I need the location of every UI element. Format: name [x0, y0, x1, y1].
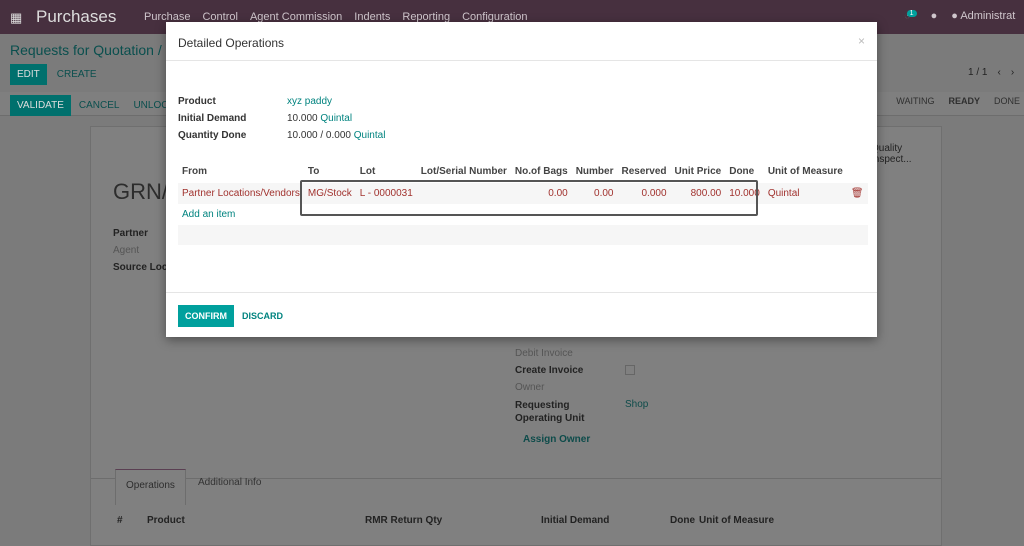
cell-serial[interactable]	[416, 183, 511, 204]
activity-icon[interactable]: ◔1	[904, 10, 917, 22]
col-done: Done	[670, 515, 695, 526]
col-index: #	[117, 515, 123, 526]
discard-button[interactable]: DISCARD	[242, 311, 283, 321]
detailed-operations-dialog: Detailed Operations × Product xyz paddy …	[166, 22, 877, 337]
trash-icon[interactable]: 🗑	[846, 183, 868, 204]
pager: 1 / 1	[968, 67, 988, 78]
col-product: Product	[147, 515, 185, 526]
initial-demand-value: 10.000	[287, 113, 318, 124]
state-waiting[interactable]: WAITING	[896, 96, 934, 106]
col-to: To	[307, 166, 320, 177]
cancel-button[interactable]: CANCEL	[73, 95, 126, 116]
dialog-footer: CONFIRM DISCARD	[166, 292, 877, 337]
table-header-row: From To Lot Lot/Serial Number No.of Bags…	[178, 160, 868, 183]
col-number: Number	[575, 166, 614, 177]
user-name: Administrat	[960, 10, 1016, 22]
col-reserved: Reserved	[621, 166, 667, 177]
product-label: Product	[178, 96, 216, 107]
quantity-done-label: Quantity Done	[178, 130, 247, 141]
confirm-button[interactable]: CONFIRM	[178, 305, 234, 327]
add-item-link[interactable]: Add an item	[178, 204, 868, 225]
cell-done[interactable]: 10.000	[725, 183, 764, 204]
create-button[interactable]: CREATE	[51, 64, 103, 85]
agent-label: Agent	[113, 245, 140, 256]
cell-to[interactable]: MG/Stock	[303, 183, 356, 204]
quantity-done-uom[interactable]: Quintal	[354, 130, 386, 141]
product-value[interactable]: xyz paddy	[287, 96, 332, 107]
cell-reserved[interactable]: 0.000	[617, 183, 671, 204]
quantity-done-value: 10.000 / 0.000	[287, 130, 351, 141]
requesting-unit-value[interactable]: Shop	[625, 399, 648, 410]
avatar: ●	[951, 10, 961, 22]
cell-from[interactable]: Partner Locations/Vendors	[178, 183, 304, 204]
systray: ◔1 ● ● Administrat	[904, 10, 1015, 22]
tab-additional-info[interactable]: Additional Info	[188, 477, 271, 488]
operations-table: From To Lot Lot/Serial Number No.of Bags…	[178, 160, 868, 245]
user-menu[interactable]: ● Administrat	[951, 10, 1015, 22]
col-from: From	[182, 166, 207, 177]
cell-uom[interactable]: Quintal	[763, 183, 847, 204]
table-row[interactable]: Partner Locations/Vendors MG/Stock L - 0…	[178, 183, 868, 204]
col-bags: No.of Bags	[514, 166, 568, 177]
chat-icon[interactable]: ●	[931, 10, 938, 22]
edit-button[interactable]: EDIT	[10, 64, 47, 85]
col-initial-demand: Initial Demand	[541, 515, 610, 526]
create-invoice-checkbox[interactable]	[625, 365, 635, 375]
quality-inspection-button[interactable]: Quality Inspect...	[871, 143, 941, 165]
col-rmr-return-qty: RMR Return Qty	[365, 515, 443, 526]
create-invoice-label: Create Invoice	[515, 365, 584, 376]
col-unit-of-measure: Unit of Measure	[699, 515, 775, 526]
apps-grid-icon[interactable]: ▦	[10, 10, 22, 26]
initial-demand-label: Initial Demand	[178, 113, 247, 124]
initial-demand-uom[interactable]: Quintal	[320, 113, 352, 124]
assign-owner-button[interactable]: Assign Owner	[523, 434, 590, 445]
col-unit-price: Unit Price	[674, 166, 722, 177]
cell-number[interactable]: 0.00	[571, 183, 618, 204]
cell-bags[interactable]: 0.00	[510, 183, 572, 204]
requesting-unit-label: Requesting Operating Unit	[515, 400, 585, 424]
breadcrumb[interactable]: Requests for Quotation /	[10, 42, 162, 58]
dialog-title: Detailed Operations	[166, 22, 877, 61]
owner-label: Owner	[515, 382, 545, 393]
activity-badge: 1	[906, 10, 917, 17]
state-ready[interactable]: READY	[948, 96, 980, 106]
app-title: Purchases	[36, 7, 117, 26]
cell-lot[interactable]: L - 0000031	[355, 183, 417, 204]
col-lot-serial: Lot/Serial Number	[420, 166, 507, 177]
partner-label: Partner	[113, 228, 149, 239]
close-icon[interactable]: ×	[858, 34, 865, 48]
col-uom: Unit of Measure	[767, 166, 843, 177]
record-title: GRN/	[113, 179, 168, 204]
state-done[interactable]: DONE	[994, 96, 1020, 106]
tab-operations[interactable]: Operations	[115, 469, 186, 505]
prev-icon[interactable]: ‹	[997, 67, 1000, 78]
col-lot: Lot	[359, 166, 376, 177]
debit-invoice-label: Debit Invoice	[515, 348, 573, 359]
cell-unit-price[interactable]: 800.00	[670, 183, 726, 204]
next-icon[interactable]: ›	[1011, 67, 1014, 78]
validate-button[interactable]: VALIDATE	[10, 95, 71, 116]
col-done: Done	[729, 166, 755, 177]
